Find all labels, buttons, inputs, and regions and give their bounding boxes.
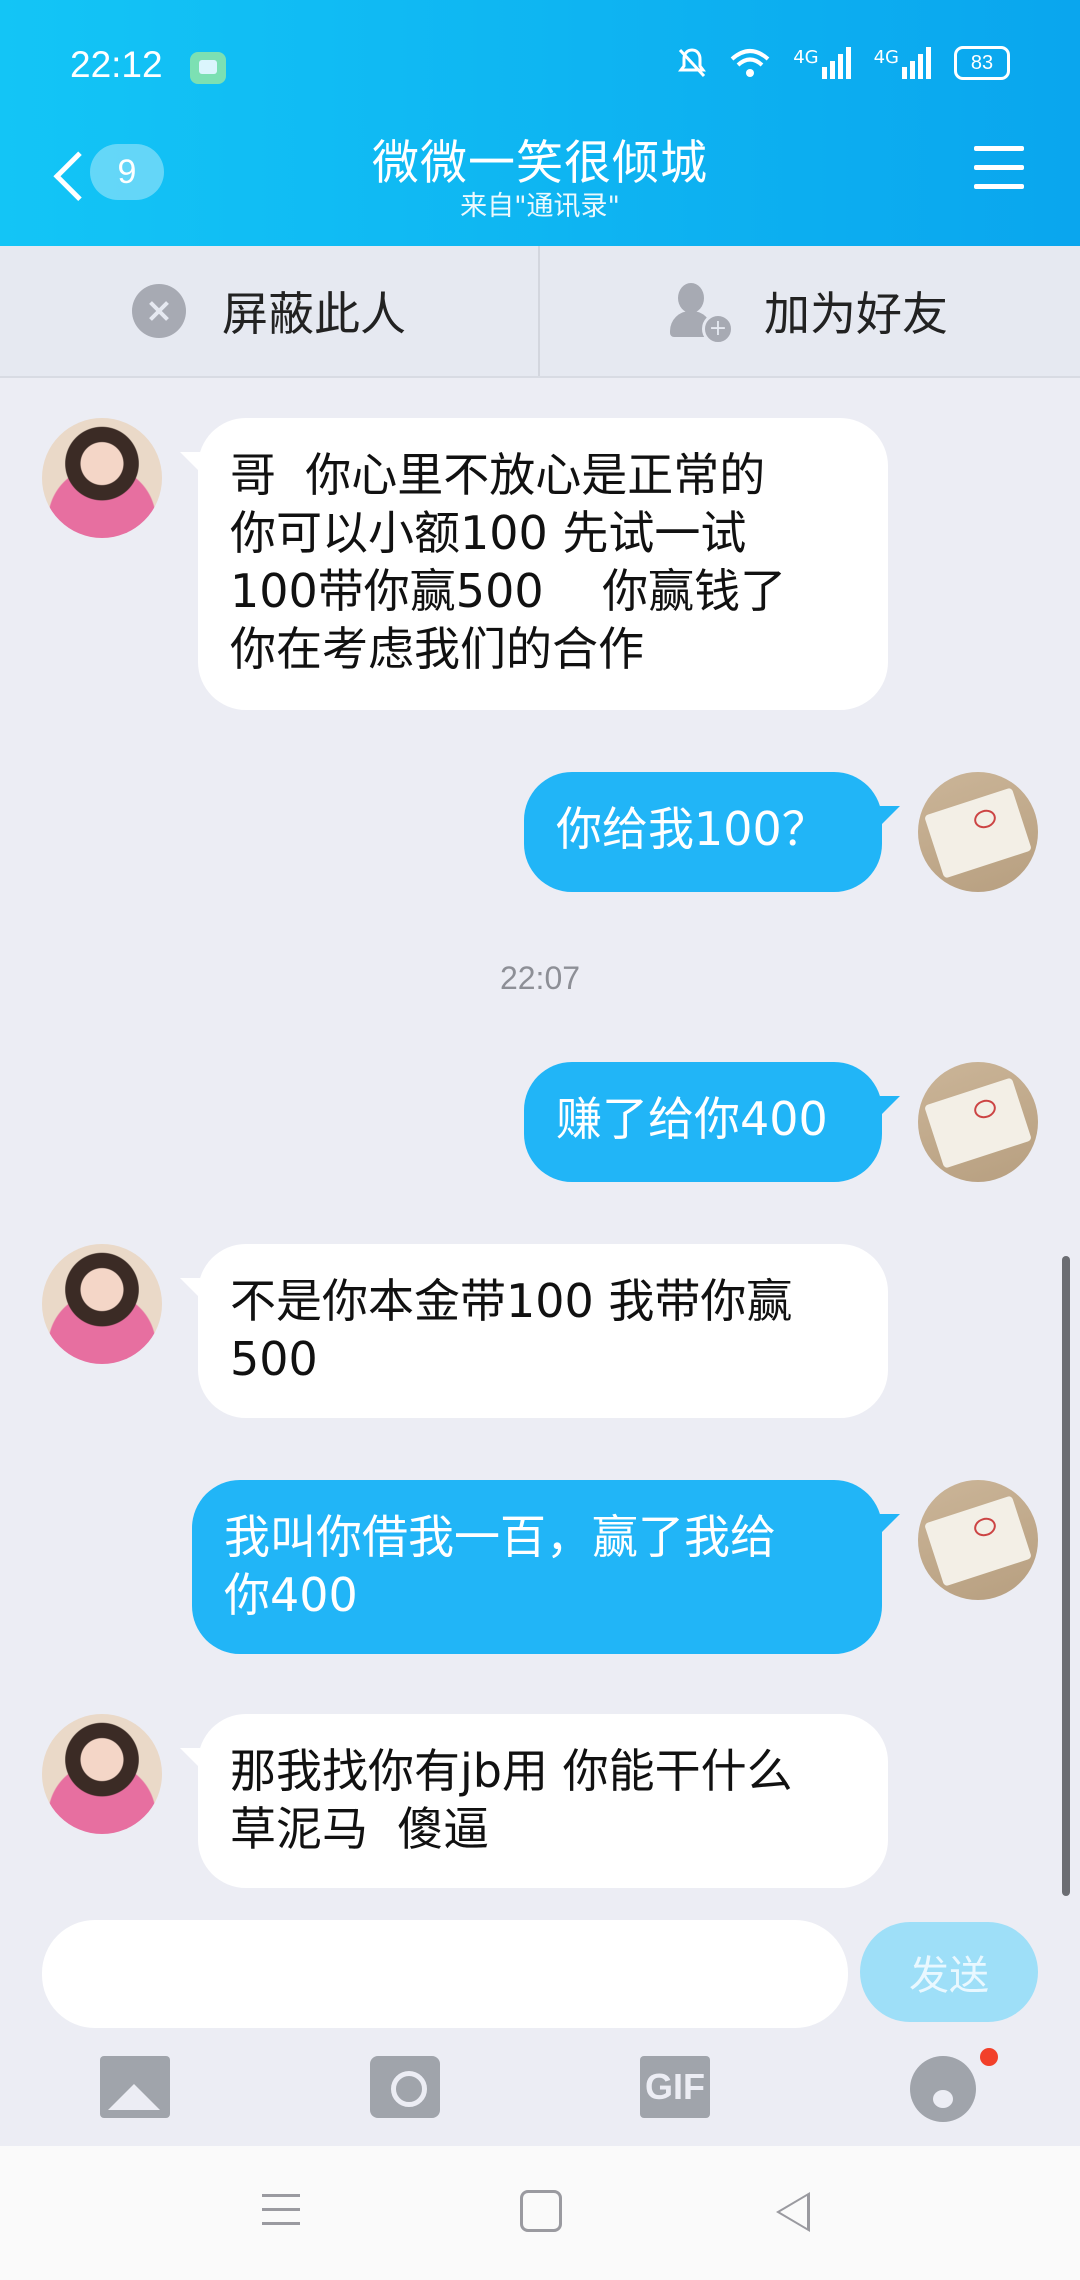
menu-line [974,184,1024,189]
wifi-icon [730,49,770,77]
block-user-label: 屏蔽此人 [222,287,406,341]
chat-header: 22:12 4G 4G 83 9 微微一笑很倾城 来自"通讯录" [0,0,1080,246]
bubble-tail [180,452,200,472]
signal-icon [902,47,931,79]
gif-icon[interactable]: GIF [640,2056,710,2118]
scrollbar[interactable] [1062,1256,1070,1896]
add-friend-button[interactable]: + 加为好友 [540,246,1078,376]
recent-apps-button[interactable] [262,2194,300,2226]
block-icon [132,284,186,338]
signal-icon [821,47,851,79]
network-type-label: 4G [873,47,899,68]
message-timestamp: 22:07 [499,960,581,996]
camera-icon[interactable] [370,2056,440,2118]
bubble-tail [180,1748,200,1768]
bubble-tail [880,806,900,826]
my-avatar[interactable] [918,772,1038,892]
emoji-icon[interactable] [910,2056,976,2122]
bubble-tail [880,1514,900,1534]
message-bubble-outgoing[interactable]: 我叫你借我一百，赢了我给 你400 [192,1480,882,1654]
bubble-tail [880,1096,900,1116]
back-nav-button[interactable] [776,2192,810,2232]
message-list[interactable]: 哥 你心里不放心是正常的 你可以小额100 先试一试 100带你赢500 你赢钱… [0,378,1080,1898]
send-button[interactable]: 发送 [860,1922,1038,2022]
system-nav-bar [0,2146,1080,2280]
message-bubble-incoming[interactable]: 那我找你有jb用 你能干什么 草泥马 傻逼 [198,1714,888,1888]
contact-avatar[interactable] [42,418,162,538]
menu-button[interactable] [974,146,1024,190]
battery-level: 83 [970,51,994,74]
message-bubble-incoming[interactable]: 不是你本金带100 我带你赢 500 [198,1244,888,1418]
stranger-action-bar: 屏蔽此人 + 加为好友 [0,246,1080,378]
status-icons: 4G 4G 83 [677,46,1010,80]
message-bubble-outgoing[interactable]: 你给我100？ [524,772,882,892]
mute-icon [678,48,707,78]
message-input[interactable] [42,1920,848,2028]
home-button[interactable] [520,2190,562,2232]
add-friend-icon: + [670,283,734,345]
signal-1: 4G [793,47,851,79]
chat-title: 微微一笑很倾城 [372,136,708,191]
my-avatar[interactable] [918,1480,1038,1600]
my-avatar[interactable] [918,1062,1038,1182]
composer: 发送 GIF [0,1900,1080,2150]
status-bar: 22:12 4G 4G 83 [0,0,1080,135]
contact-avatar[interactable] [42,1714,162,1834]
status-time: 22:12 [70,44,163,85]
block-user-button[interactable]: 屏蔽此人 [0,246,538,376]
signal-2: 4G [874,47,932,79]
image-icon[interactable] [100,2056,170,2118]
menu-line [974,146,1024,151]
message-bubble-incoming[interactable]: 哥 你心里不放心是正常的 你可以小额100 先试一试 100带你赢500 你赢钱… [198,418,888,710]
network-type-label: 4G [793,47,819,68]
menu-line [974,165,1024,170]
battery-icon: 83 [954,46,1010,80]
add-friend-label: 加为好友 [764,287,948,341]
notification-app-icon [190,52,226,84]
notification-dot [980,2048,998,2066]
bubble-tail [180,1278,200,1298]
composer-toolbar: GIF [0,2048,1080,2146]
chat-subtitle: 来自"通讯录" [460,191,620,222]
message-bubble-outgoing[interactable]: 赚了给你400 [524,1062,882,1182]
contact-avatar[interactable] [42,1244,162,1364]
